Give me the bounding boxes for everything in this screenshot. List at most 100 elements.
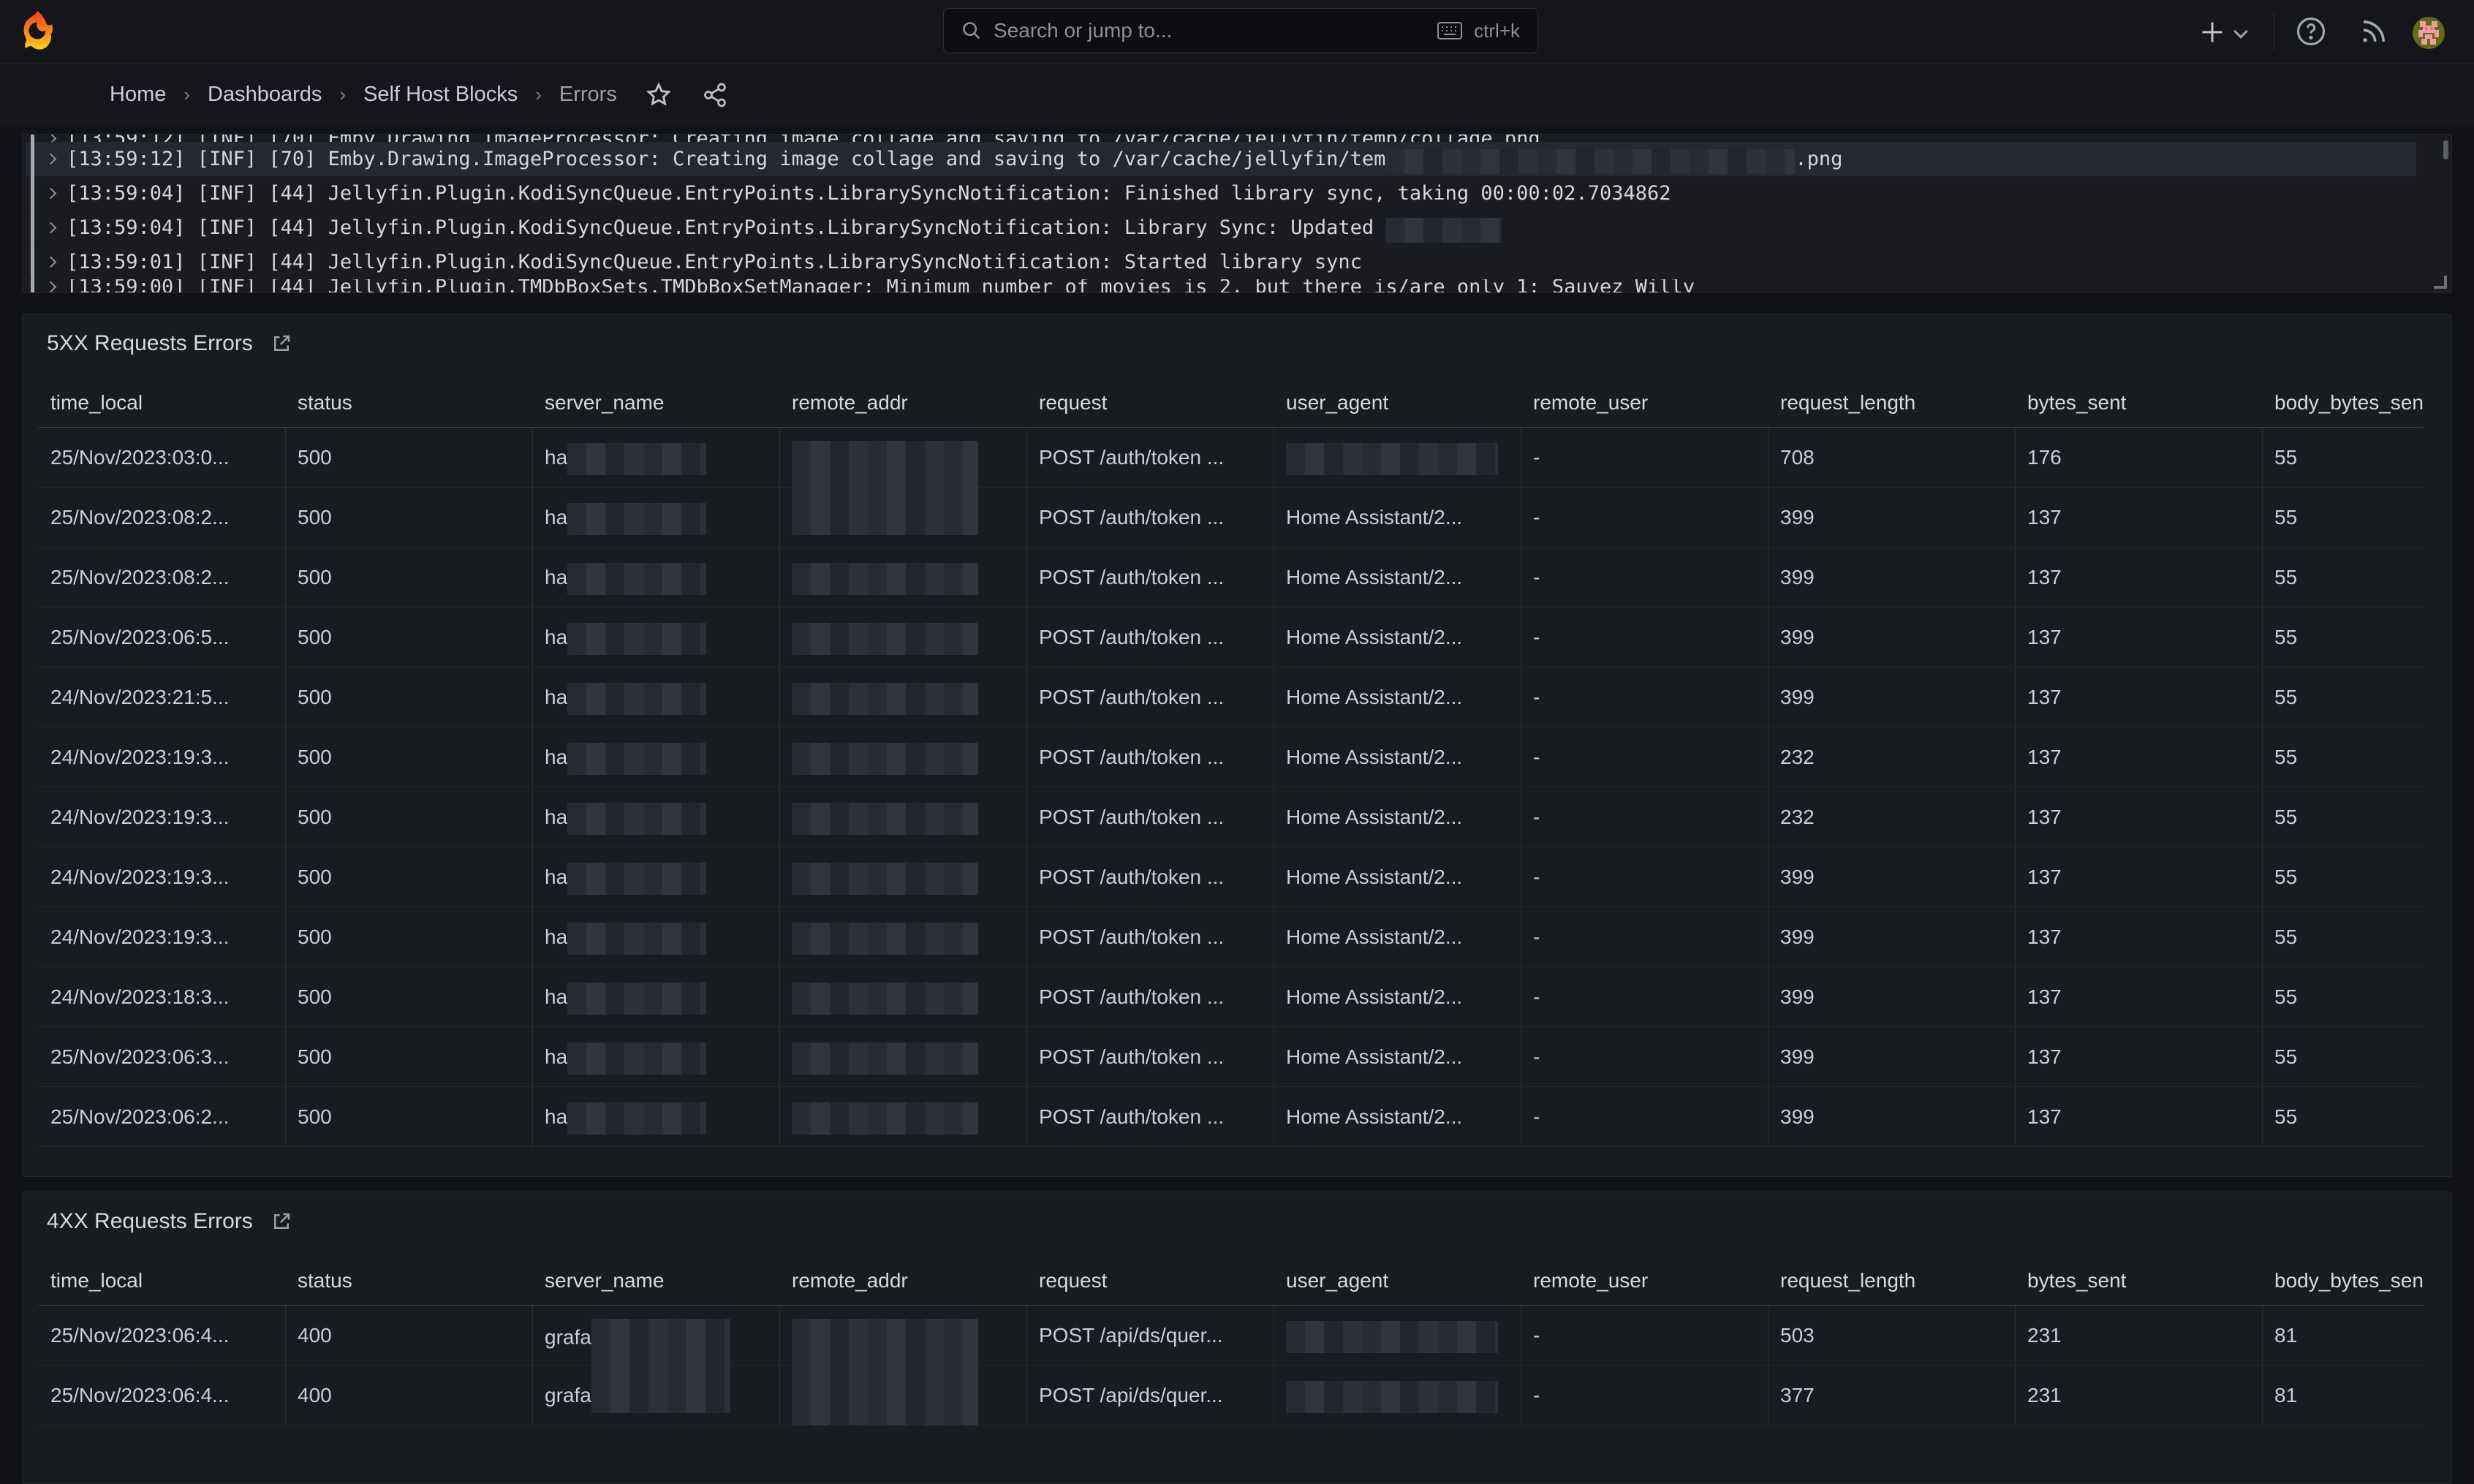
share-icon[interactable] [702,82,728,108]
log-expand-chevron-icon[interactable] [34,135,67,142]
column-header-remote_user[interactable]: remote_user [1521,379,1769,427]
errors-table: time_localstatusserver_nameremote_addrre… [39,379,2424,1147]
column-header-time_local[interactable]: time_local [39,1257,286,1305]
redacted-value [567,923,706,955]
log-row: [13:59:04] [INF] [44] Jellyfin.Plugin.Ko… [26,211,2448,245]
redacted-value [792,1379,978,1426]
column-header-request_length[interactable]: request_length [1769,1257,2016,1305]
help-icon[interactable] [2296,16,2326,47]
cell-server_name: ha [533,727,780,787]
panel-header[interactable]: 5XX Requests Errors [47,328,292,360]
cell-remote_user: - [1521,1027,1769,1086]
cell-status: 400 [286,1306,533,1365]
breadcrumb-self-host-blocks[interactable]: Self Host Blocks [363,83,518,107]
cell-remote_addr [780,548,1027,607]
4xx-requests-errors-panel: 4XX Requests Errors time_localstatusserv… [22,1192,2452,1484]
external-link-icon[interactable] [271,1211,292,1233]
cell-remote_addr [780,787,1027,847]
news-rss-icon[interactable] [2358,16,2389,47]
breadcrumb-home[interactable]: Home [110,83,166,107]
cell-request: POST /auth/token ... [1027,787,1274,847]
cell-bytes_sent: 176 [2016,428,2263,487]
cell-status: 400 [286,1366,533,1425]
log-message: [13:59:00] [INF] [44] Jellyfin.Plugin.TM… [67,279,1695,293]
cell-body_bytes_sent: 55 [2263,667,2424,727]
cell-time_local: 25/Nov/2023:06:4... [39,1306,286,1365]
cell-user_agent: Home Assistant/2... [1274,907,1521,966]
column-header-remote_user[interactable]: remote_user [1521,1257,1769,1305]
cell-remote_addr [780,727,1027,787]
cell-request_length: 377 [1769,1366,2016,1425]
cell-request: POST /auth/token ... [1027,428,1274,487]
cell-server_name: ha [533,1087,780,1146]
column-header-status[interactable]: status [286,1257,533,1305]
cell-bytes_sent: 137 [2016,967,2263,1026]
external-link-icon[interactable] [271,333,292,355]
cell-server_name: ha [533,607,780,667]
redacted-value [591,1381,730,1413]
add-plus-icon[interactable] [2199,19,2225,45]
column-header-status[interactable]: status [286,379,533,427]
column-header-bytes_sent[interactable]: bytes_sent [2016,379,2263,427]
cell-request_length: 399 [1769,548,2016,607]
search-input[interactable]: Search or jump to... ctrl+k [943,8,1538,53]
favorite-star-icon[interactable] [645,81,673,109]
column-header-remote_addr[interactable]: remote_addr [780,379,1027,427]
log-row: [13:59:12] [INF] [70] Emby.Drawing.Image… [26,142,2416,176]
cell-user_agent: Home Assistant/2... [1274,787,1521,847]
cell-body_bytes_sent: 55 [2263,548,2424,607]
log-expand-chevron-icon[interactable] [34,283,67,291]
cell-request: POST /auth/token ... [1027,1087,1274,1146]
column-header-body_bytes_sent[interactable]: body_bytes_sent [2263,379,2424,427]
log-expand-chevron-icon[interactable] [34,224,67,232]
cell-status: 500 [286,1087,533,1146]
cell-bytes_sent: 137 [2016,488,2263,547]
cell-request: POST /auth/token ... [1027,488,1274,547]
table-row: 24/Nov/2023:19:3...500haPOST /auth/token… [39,727,2424,787]
cell-remote_user: - [1521,847,1769,906]
log-expand-chevron-icon[interactable] [34,258,67,266]
log-expand-chevron-icon[interactable] [34,189,67,197]
column-header-user_agent[interactable]: user_agent [1274,379,1521,427]
column-header-body_bytes_sent[interactable]: body_bytes_sent [2263,1257,2424,1305]
add-menu-chevron-icon[interactable] [2233,24,2248,39]
column-header-time_local[interactable]: time_local [39,379,286,427]
cell-time_local: 25/Nov/2023:06:3... [39,1027,286,1086]
cell-status: 500 [286,727,533,787]
cell-request: POST /auth/token ... [1027,667,1274,727]
cell-time_local: 25/Nov/2023:08:2... [39,488,286,547]
panel-resize-handle[interactable] [2434,276,2447,289]
breadcrumb-errors: Errors [559,83,617,107]
cell-server_name: ha [533,1027,780,1086]
column-header-server_name[interactable]: server_name [533,1257,780,1305]
grafana-logo[interactable] [20,9,54,53]
column-header-request[interactable]: request [1027,1257,1274,1305]
cell-request_length: 399 [1769,607,2016,667]
user-avatar[interactable] [2413,17,2445,49]
column-header-request[interactable]: request [1027,379,1274,427]
log-message: [13:59:04] [INF] [44] Jellyfin.Plugin.Ko… [67,176,1671,211]
panel-header[interactable]: 4XX Requests Errors [47,1205,292,1238]
logs-scrollbar-thumb[interactable] [2443,140,2448,159]
cell-request: POST /api/ds/quer... [1027,1366,1274,1425]
column-header-remote_addr[interactable]: remote_addr [780,1257,1027,1305]
cell-user_agent: Home Assistant/2... [1274,548,1521,607]
log-row: [13:59:01] [INF] [44] Jellyfin.Plugin.Ko… [26,245,2448,279]
log-expand-chevron-icon[interactable] [34,155,67,163]
column-header-bytes_sent[interactable]: bytes_sent [2016,1257,2263,1305]
redacted-value [567,563,706,595]
table-row: 24/Nov/2023:19:3...500haPOST /auth/token… [39,847,2424,907]
cell-status: 500 [286,967,533,1026]
cell-time_local: 25/Nov/2023:03:0... [39,428,286,487]
cell-bytes_sent: 231 [2016,1306,2263,1365]
cell-request: POST /auth/token ... [1027,907,1274,966]
breadcrumb-dashboards[interactable]: Dashboards [208,83,322,107]
column-header-user_agent[interactable]: user_agent [1274,1257,1521,1305]
redacted-value [567,1102,706,1135]
column-header-request_length[interactable]: request_length [1769,379,2016,427]
table-row: 25/Nov/2023:08:2...500haPOST /auth/token… [39,488,2424,548]
cell-request_length: 399 [1769,1087,2016,1146]
column-header-server_name[interactable]: server_name [533,379,780,427]
cell-server_name: ha [533,967,780,1026]
log-message: [13:59:04] [INF] [44] Jellyfin.Plugin.Ko… [67,211,1502,245]
